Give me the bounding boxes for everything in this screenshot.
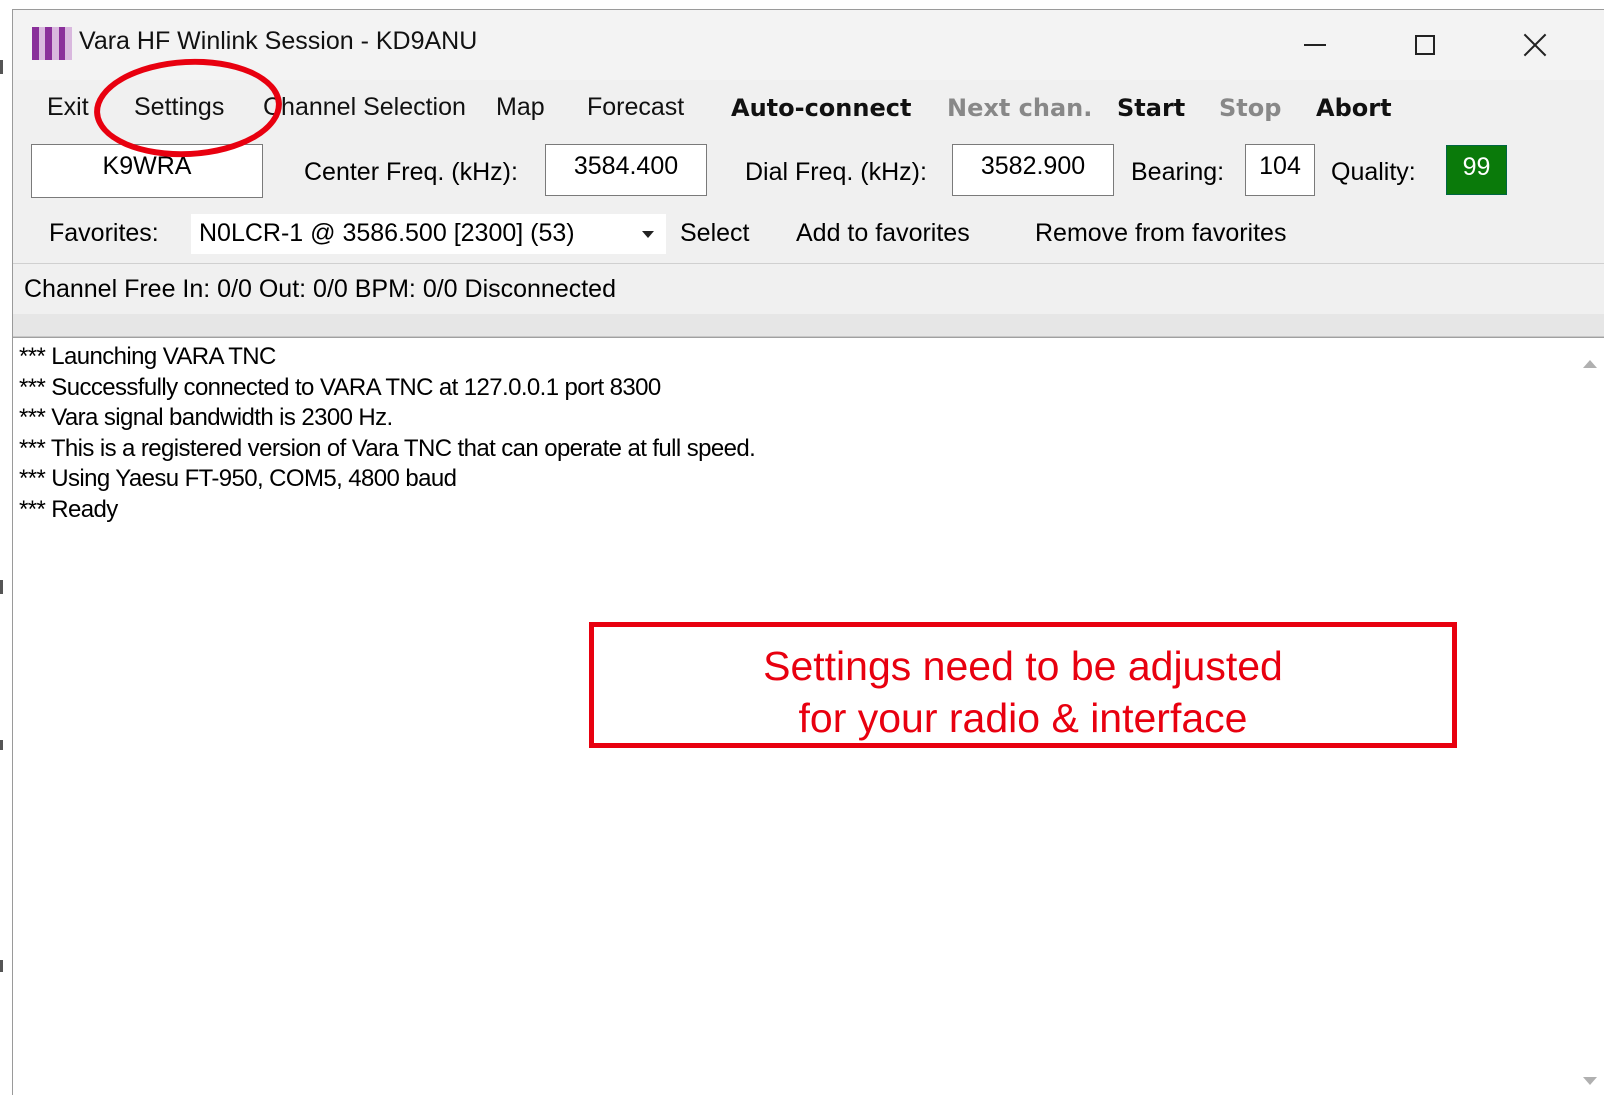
progress-strip [13,314,1604,337]
dial-freq-label: Dial Freq. (kHz): [745,158,927,186]
checkered-app-icon [32,27,72,60]
menu-forecast[interactable]: Forecast [587,93,684,122]
edge-mark [0,960,3,972]
edge-mark [0,580,3,594]
settings-callout-box: Settings need to be adjusted for your ra… [589,622,1457,748]
menu-exit[interactable]: Exit [47,93,89,122]
edge-mark [0,740,3,750]
callsign-field[interactable]: K9WRA [31,144,263,198]
maximize-icon [1415,35,1435,55]
dial-freq-field[interactable]: 3582.900 [952,144,1114,196]
menu-stop[interactable]: Stop [1219,94,1281,122]
log-line: *** Using Yaesu FT-950, COM5, 4800 baud [19,465,457,492]
scroll-up-icon[interactable] [1583,360,1597,368]
center-freq-label: Center Freq. (kHz): [304,158,518,186]
scroll-down-icon[interactable] [1583,1077,1597,1085]
select-favorite-button[interactable]: Select [680,219,749,248]
minimize-button[interactable] [1285,20,1345,70]
quality-indicator: 99 [1446,145,1507,195]
callout-line-2: for your radio & interface [798,695,1248,741]
log-line: *** This is a registered version of Vara… [19,434,756,462]
log-line: *** Launching VARA TNC [19,343,276,370]
title-bar[interactable]: Vara HF Winlink Session - KD9ANU [13,10,1604,80]
menu-abort[interactable]: Abort [1316,94,1392,122]
minimize-icon [1304,44,1326,46]
status-bar: Channel Free In: 0/0 Out: 0/0 BPM: 0/0 D… [13,263,1604,315]
center-freq-field[interactable]: 3584.400 [545,144,707,196]
log-lines: *** Launching VARA TNC *** Successfully c… [19,342,756,525]
menu-next-chan[interactable]: Next chan. [947,94,1092,122]
menu-bar: Exit Settings Channel Selection Map Fore… [13,88,1604,134]
log-line: *** Ready [19,495,118,523]
connection-row: K9WRA Center Freq. (kHz): 3584.400 Dial … [13,142,1604,202]
menu-map[interactable]: Map [496,93,545,122]
add-to-favorites-button[interactable]: Add to favorites [796,219,970,248]
maximize-button[interactable] [1395,20,1455,70]
log-line: *** Vara signal bandwidth is 2300 Hz. [19,404,393,431]
menu-channel-selection[interactable]: Channel Selection [263,93,466,122]
favorites-dropdown[interactable]: N0LCR-1 @ 3586.500 [2300] (53) [191,214,666,254]
callout-line-1: Settings need to be adjusted [763,643,1283,689]
app-window: Vara HF Winlink Session - KD9ANU Exit Se… [12,9,1604,1095]
close-button[interactable] [1505,20,1565,70]
bearing-field[interactable]: 104 [1245,144,1315,196]
menu-auto-connect[interactable]: Auto-connect [731,94,911,122]
favorites-selected: N0LCR-1 @ 3586.500 [2300] (53) [199,219,575,247]
menu-settings[interactable]: Settings [134,93,224,122]
close-icon [1522,32,1548,58]
log-line: *** Successfully connected to VARA TNC a… [19,373,661,401]
menu-start[interactable]: Start [1117,94,1185,122]
chevron-down-icon[interactable] [642,231,654,238]
status-text: Channel Free In: 0/0 Out: 0/0 BPM: 0/0 D… [24,275,616,303]
bearing-label: Bearing: [1131,158,1225,186]
log-scrollbar[interactable] [1574,338,1604,1095]
favorites-label: Favorites: [49,219,159,247]
favorites-row: Favorites: N0LCR-1 @ 3586.500 [2300] (53… [13,210,1604,262]
quality-label: Quality: [1331,158,1416,186]
remove-from-favorites-button[interactable]: Remove from favorites [1035,219,1286,248]
window-title: Vara HF Winlink Session - KD9ANU [79,27,478,55]
edge-mark [0,60,3,74]
